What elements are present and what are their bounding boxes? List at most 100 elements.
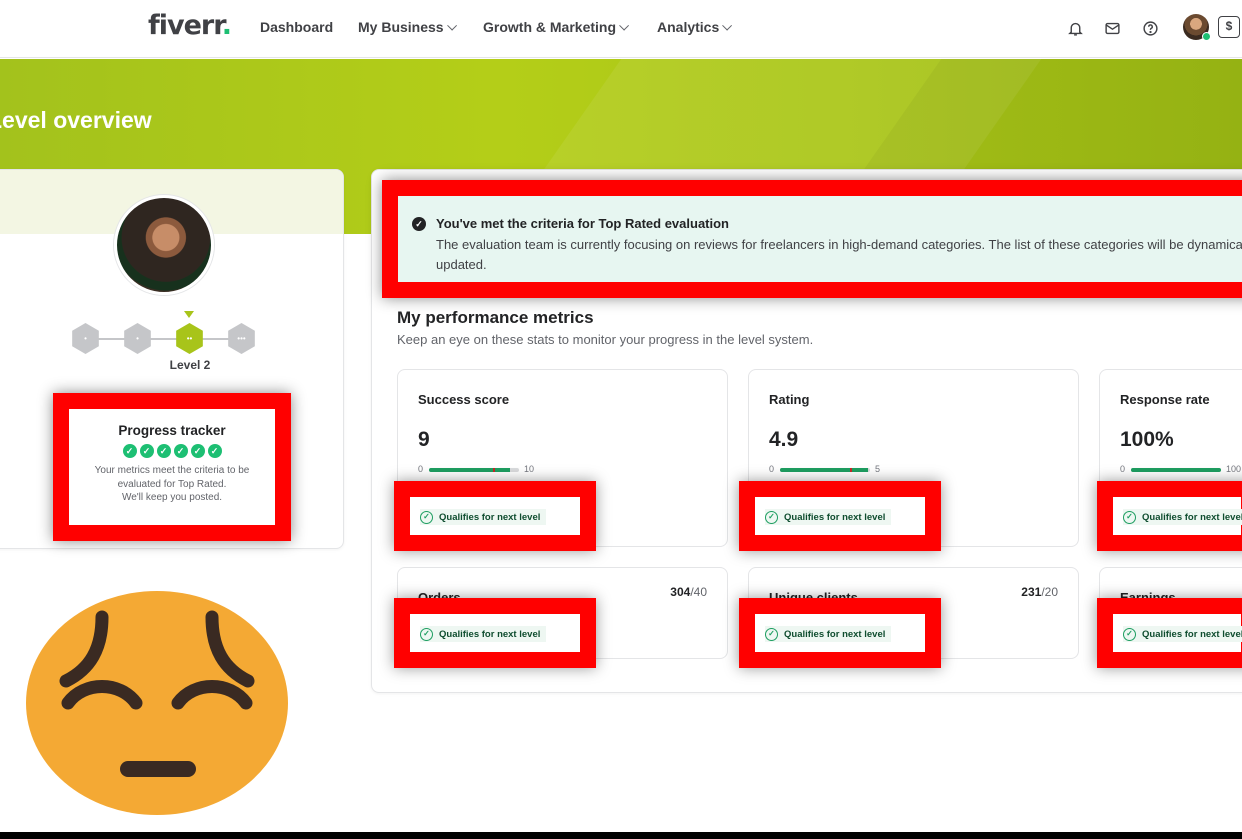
alert-body: The evaluation team is currently focusin… xyxy=(436,237,1242,272)
qualifies-highlight: ✓ Qualifies for next level xyxy=(1097,481,1242,551)
bottom-border xyxy=(0,832,1242,839)
metric-value: 9 xyxy=(418,428,430,451)
scale-bar xyxy=(1131,468,1221,472)
ratio-current: 304 xyxy=(670,585,691,599)
check-circle-icon: ✓ xyxy=(1123,627,1136,641)
check-circle-icon: ✓ xyxy=(420,510,433,524)
metric-name: Response rate xyxy=(1120,392,1210,407)
qualifies-badge: ✓ Qualifies for next level xyxy=(765,626,892,642)
profile-photo xyxy=(114,195,214,295)
ratio-target: /20 xyxy=(1041,585,1058,599)
qualifies-badge: ✓ Qualifies for next level xyxy=(765,509,892,525)
check-circle-icon: ✓ xyxy=(412,217,426,231)
metric-ratio: 231/20 xyxy=(1021,585,1058,599)
metric-scale: 0 10 xyxy=(418,464,538,474)
qualifies-label: Qualifies for next level xyxy=(1142,628,1242,640)
check-circle-icon: ✓ xyxy=(420,627,433,641)
nav-growth-marketing-label: Growth & Marketing xyxy=(483,19,617,35)
level-current-hexagon-icon: •• xyxy=(176,323,203,354)
scale-max: 10 xyxy=(524,464,535,474)
nav-my-business[interactable]: My Business xyxy=(358,19,457,35)
progress-check-icon: ✓ xyxy=(122,444,137,458)
alert-title: You've met the criteria for Top Rated ev… xyxy=(436,216,730,231)
scale-min: 0 xyxy=(769,464,775,474)
qualifies-label: Qualifies for next level xyxy=(1142,511,1242,523)
qualifies-label: Qualifies for next level xyxy=(439,511,541,523)
qualifies-label: Qualifies for next level xyxy=(784,628,886,640)
scale-bar xyxy=(780,468,870,472)
qualifies-badge: ✓ Qualifies for next level xyxy=(420,626,547,642)
online-status-dot xyxy=(1202,32,1211,41)
scale-min: 0 xyxy=(1120,464,1126,474)
progress-text-line: evaluated for Top Rated. xyxy=(117,478,227,490)
fiverr-logo[interactable]: fiverr. xyxy=(148,10,232,41)
progress-tracker: Progress tracker ✓ ✓ ✓ ✓ ✓ ✓ Your metrics mee… xyxy=(53,393,291,541)
threshold-marker xyxy=(493,468,495,472)
alert-content: ✓ You've met the criteria for Top Rated … xyxy=(398,196,1242,282)
nav-my-business-label: My Business xyxy=(358,19,444,35)
metrics-section-subtitle: Keep an eye on these stats to monitor yo… xyxy=(397,332,814,347)
scale-fill xyxy=(429,468,510,472)
top-rated-alert: ✓ You've met the criteria for Top Rated … xyxy=(382,180,1242,298)
qualifies-highlight: ✓ Qualifies for next level xyxy=(739,481,941,551)
check-circle-icon: ✓ xyxy=(1123,510,1136,524)
top-rated-hexagon-icon: ••• xyxy=(228,323,255,354)
pensive-face-emoji xyxy=(26,591,288,815)
check-circle-icon: ✓ xyxy=(765,627,778,641)
level-track-line xyxy=(84,338,244,340)
nav-dashboard[interactable]: Dashboard xyxy=(260,19,333,35)
metric-scale: 0 100 xyxy=(1120,464,1242,474)
current-level-pointer-icon xyxy=(184,311,194,318)
progress-text-line: We'll keep you posted. xyxy=(121,492,223,503)
qualifies-highlight: ✓ Qualifies for next level xyxy=(739,598,941,668)
level-track: • • •• ••• xyxy=(70,320,260,356)
qualifies-badge: ✓ Qualifies for next level xyxy=(1123,626,1242,642)
scale-bar xyxy=(429,468,519,472)
progress-check-icon: ✓ xyxy=(139,444,154,458)
progress-check-icon: ✓ xyxy=(207,444,222,458)
logo-dot: . xyxy=(221,10,232,41)
progress-tracker-text: Your metrics meet the criteria to be eva… xyxy=(79,464,265,505)
metric-name: Success score xyxy=(418,392,510,407)
qualifies-badge: ✓ Qualifies for next level xyxy=(420,509,547,525)
qualifies-highlight: ✓ Qualifies for next level xyxy=(394,598,596,668)
chevron-down-icon xyxy=(446,20,457,31)
metrics-section-title: My performance metrics xyxy=(397,308,594,327)
chevron-down-icon xyxy=(619,20,630,31)
ratio-current: 231 xyxy=(1021,585,1042,599)
metric-value: 4.9 xyxy=(769,428,799,451)
qualifies-highlight: ✓ Qualifies for next level xyxy=(394,481,596,551)
page: fiverr. Dashboard My Business Growth & M… xyxy=(0,0,1242,832)
user-avatar[interactable] xyxy=(1183,14,1211,41)
progress-check-icon: ✓ xyxy=(173,444,188,458)
scale-fill xyxy=(1131,468,1221,472)
scale-max: 100 xyxy=(1226,464,1242,474)
top-navigation: fiverr. Dashboard My Business Growth & M… xyxy=(0,0,1242,58)
check-circle-icon: ✓ xyxy=(765,510,778,524)
progress-checks: ✓ ✓ ✓ ✓ ✓ ✓ xyxy=(69,444,275,458)
qualifies-badge: ✓ Qualifies for next level xyxy=(1123,509,1242,525)
ratio-target: /40 xyxy=(690,585,707,599)
scale-min: 0 xyxy=(418,464,424,474)
metric-scale: 0 5 xyxy=(769,464,889,474)
logo-text: fiverr xyxy=(148,10,223,41)
switch-to-buying-button[interactable]: $ xyxy=(1218,16,1240,38)
level-label: Level 2 xyxy=(169,358,211,372)
chevron-down-icon xyxy=(722,20,733,31)
page-title: Level overview xyxy=(0,107,152,133)
progress-check-icon: ✓ xyxy=(190,444,205,458)
metric-name: Rating xyxy=(769,392,810,407)
bell-icon[interactable] xyxy=(1065,18,1085,38)
help-icon[interactable] xyxy=(1140,18,1160,38)
scale-max: 5 xyxy=(875,464,881,474)
qualifies-highlight: ✓ Qualifies for next level xyxy=(1097,598,1242,668)
scale-fill xyxy=(780,468,869,472)
qualifies-label: Qualifies for next level xyxy=(784,511,886,523)
progress-text-line: Your metrics meet the criteria to be xyxy=(94,465,250,476)
qualifies-label: Qualifies for next level xyxy=(439,628,541,640)
mail-icon[interactable] xyxy=(1102,18,1122,38)
nav-growth-marketing[interactable]: Growth & Marketing xyxy=(483,19,630,35)
metric-ratio: 304/40 xyxy=(670,585,707,599)
nav-analytics[interactable]: Analytics xyxy=(657,19,733,35)
threshold-marker xyxy=(850,468,852,472)
